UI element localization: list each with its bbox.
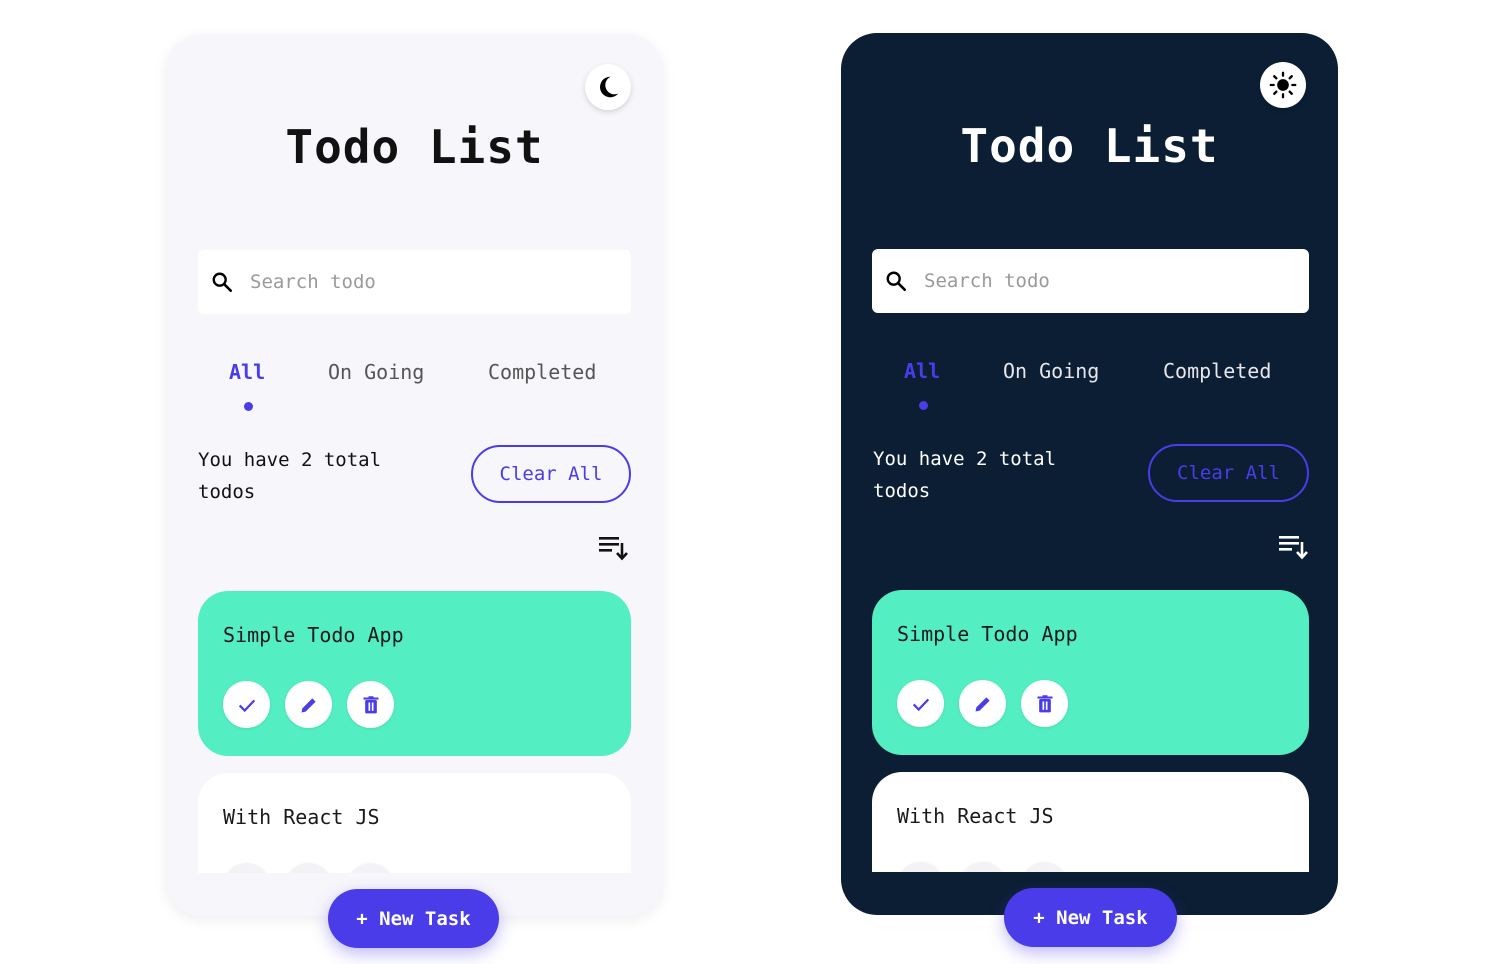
search-input[interactable] bbox=[250, 262, 610, 302]
complete-button[interactable] bbox=[897, 862, 944, 872]
delete-button[interactable] bbox=[1021, 680, 1068, 727]
summary-line: You have 2 total bbox=[873, 448, 1057, 470]
active-tab-indicator bbox=[919, 401, 928, 410]
clear-all-button[interactable]: Clear All bbox=[471, 445, 631, 503]
page-title: Todo List bbox=[285, 120, 544, 174]
new-task-button[interactable]: + New Task bbox=[1004, 888, 1177, 947]
delete-button[interactable] bbox=[347, 681, 394, 728]
sun-icon bbox=[1269, 71, 1297, 99]
filter-tabs: All On Going Completed bbox=[198, 360, 638, 420]
pencil-icon bbox=[301, 697, 316, 712]
todo-list: Simple Todo App With React JS bbox=[198, 591, 631, 873]
tab-completed[interactable]: Completed bbox=[488, 360, 596, 384]
tab-on-going[interactable]: On Going bbox=[328, 360, 424, 384]
search-box bbox=[198, 250, 631, 314]
theme-toggle-button[interactable] bbox=[585, 64, 631, 110]
edit-button[interactable] bbox=[285, 681, 332, 728]
todo-actions bbox=[897, 862, 1068, 872]
todo-actions bbox=[897, 680, 1068, 727]
trash-icon bbox=[1037, 694, 1052, 712]
tab-on-going[interactable]: On Going bbox=[1003, 359, 1099, 383]
todo-actions bbox=[223, 681, 394, 728]
filter-tabs: All On Going Completed bbox=[873, 359, 1313, 419]
todo-text: With React JS bbox=[223, 805, 380, 829]
trash-icon bbox=[363, 695, 378, 713]
tab-all[interactable]: All bbox=[229, 360, 265, 384]
todo-text: With React JS bbox=[897, 804, 1054, 828]
summary-line: todos bbox=[873, 480, 931, 502]
tab-all[interactable]: All bbox=[904, 359, 940, 383]
pencil-icon bbox=[975, 696, 990, 711]
complete-button[interactable] bbox=[897, 680, 944, 727]
delete-button[interactable] bbox=[347, 863, 394, 873]
summary-line: todos bbox=[198, 481, 256, 503]
todo-text: Simple Todo App bbox=[223, 623, 404, 647]
check-icon bbox=[238, 699, 255, 712]
search-box bbox=[872, 249, 1309, 313]
complete-button[interactable] bbox=[223, 863, 270, 873]
todo-actions bbox=[223, 863, 394, 873]
page-title: Todo List bbox=[960, 119, 1219, 173]
clear-all-button[interactable]: Clear All bbox=[1148, 444, 1309, 502]
complete-button[interactable] bbox=[223, 681, 270, 728]
theme-toggle-button[interactable] bbox=[1260, 62, 1306, 108]
todo-count-summary: You have 2 total todos bbox=[198, 444, 418, 508]
todo-list: Simple Todo App With React JS bbox=[872, 590, 1309, 872]
sort-descending-icon[interactable] bbox=[1278, 533, 1310, 561]
active-tab-indicator bbox=[244, 402, 253, 411]
dark-theme-app: Todo List All On Going Completed You hav… bbox=[841, 33, 1338, 947]
edit-button[interactable] bbox=[285, 863, 332, 873]
moon-icon bbox=[600, 76, 619, 98]
check-icon bbox=[912, 698, 929, 711]
search-icon bbox=[884, 269, 908, 293]
tab-completed[interactable]: Completed bbox=[1163, 359, 1271, 383]
summary-line: You have 2 total bbox=[198, 449, 382, 471]
delete-button[interactable] bbox=[1021, 862, 1068, 872]
edit-button[interactable] bbox=[959, 680, 1006, 727]
edit-button[interactable] bbox=[959, 862, 1006, 872]
todo-text: Simple Todo App bbox=[897, 622, 1078, 646]
sort-descending-icon[interactable] bbox=[598, 534, 630, 562]
todo-item: With React JS bbox=[198, 773, 631, 873]
new-task-button[interactable]: + New Task bbox=[328, 889, 499, 948]
light-theme-app: Todo List All On Going Completed You hav… bbox=[166, 34, 663, 948]
search-icon bbox=[210, 270, 234, 294]
todo-count-summary: You have 2 total todos bbox=[873, 443, 1093, 507]
todo-item: Simple Todo App bbox=[198, 591, 631, 756]
todo-item: Simple Todo App bbox=[872, 590, 1309, 755]
search-input[interactable] bbox=[924, 261, 1284, 301]
todo-item: With React JS bbox=[872, 772, 1309, 872]
